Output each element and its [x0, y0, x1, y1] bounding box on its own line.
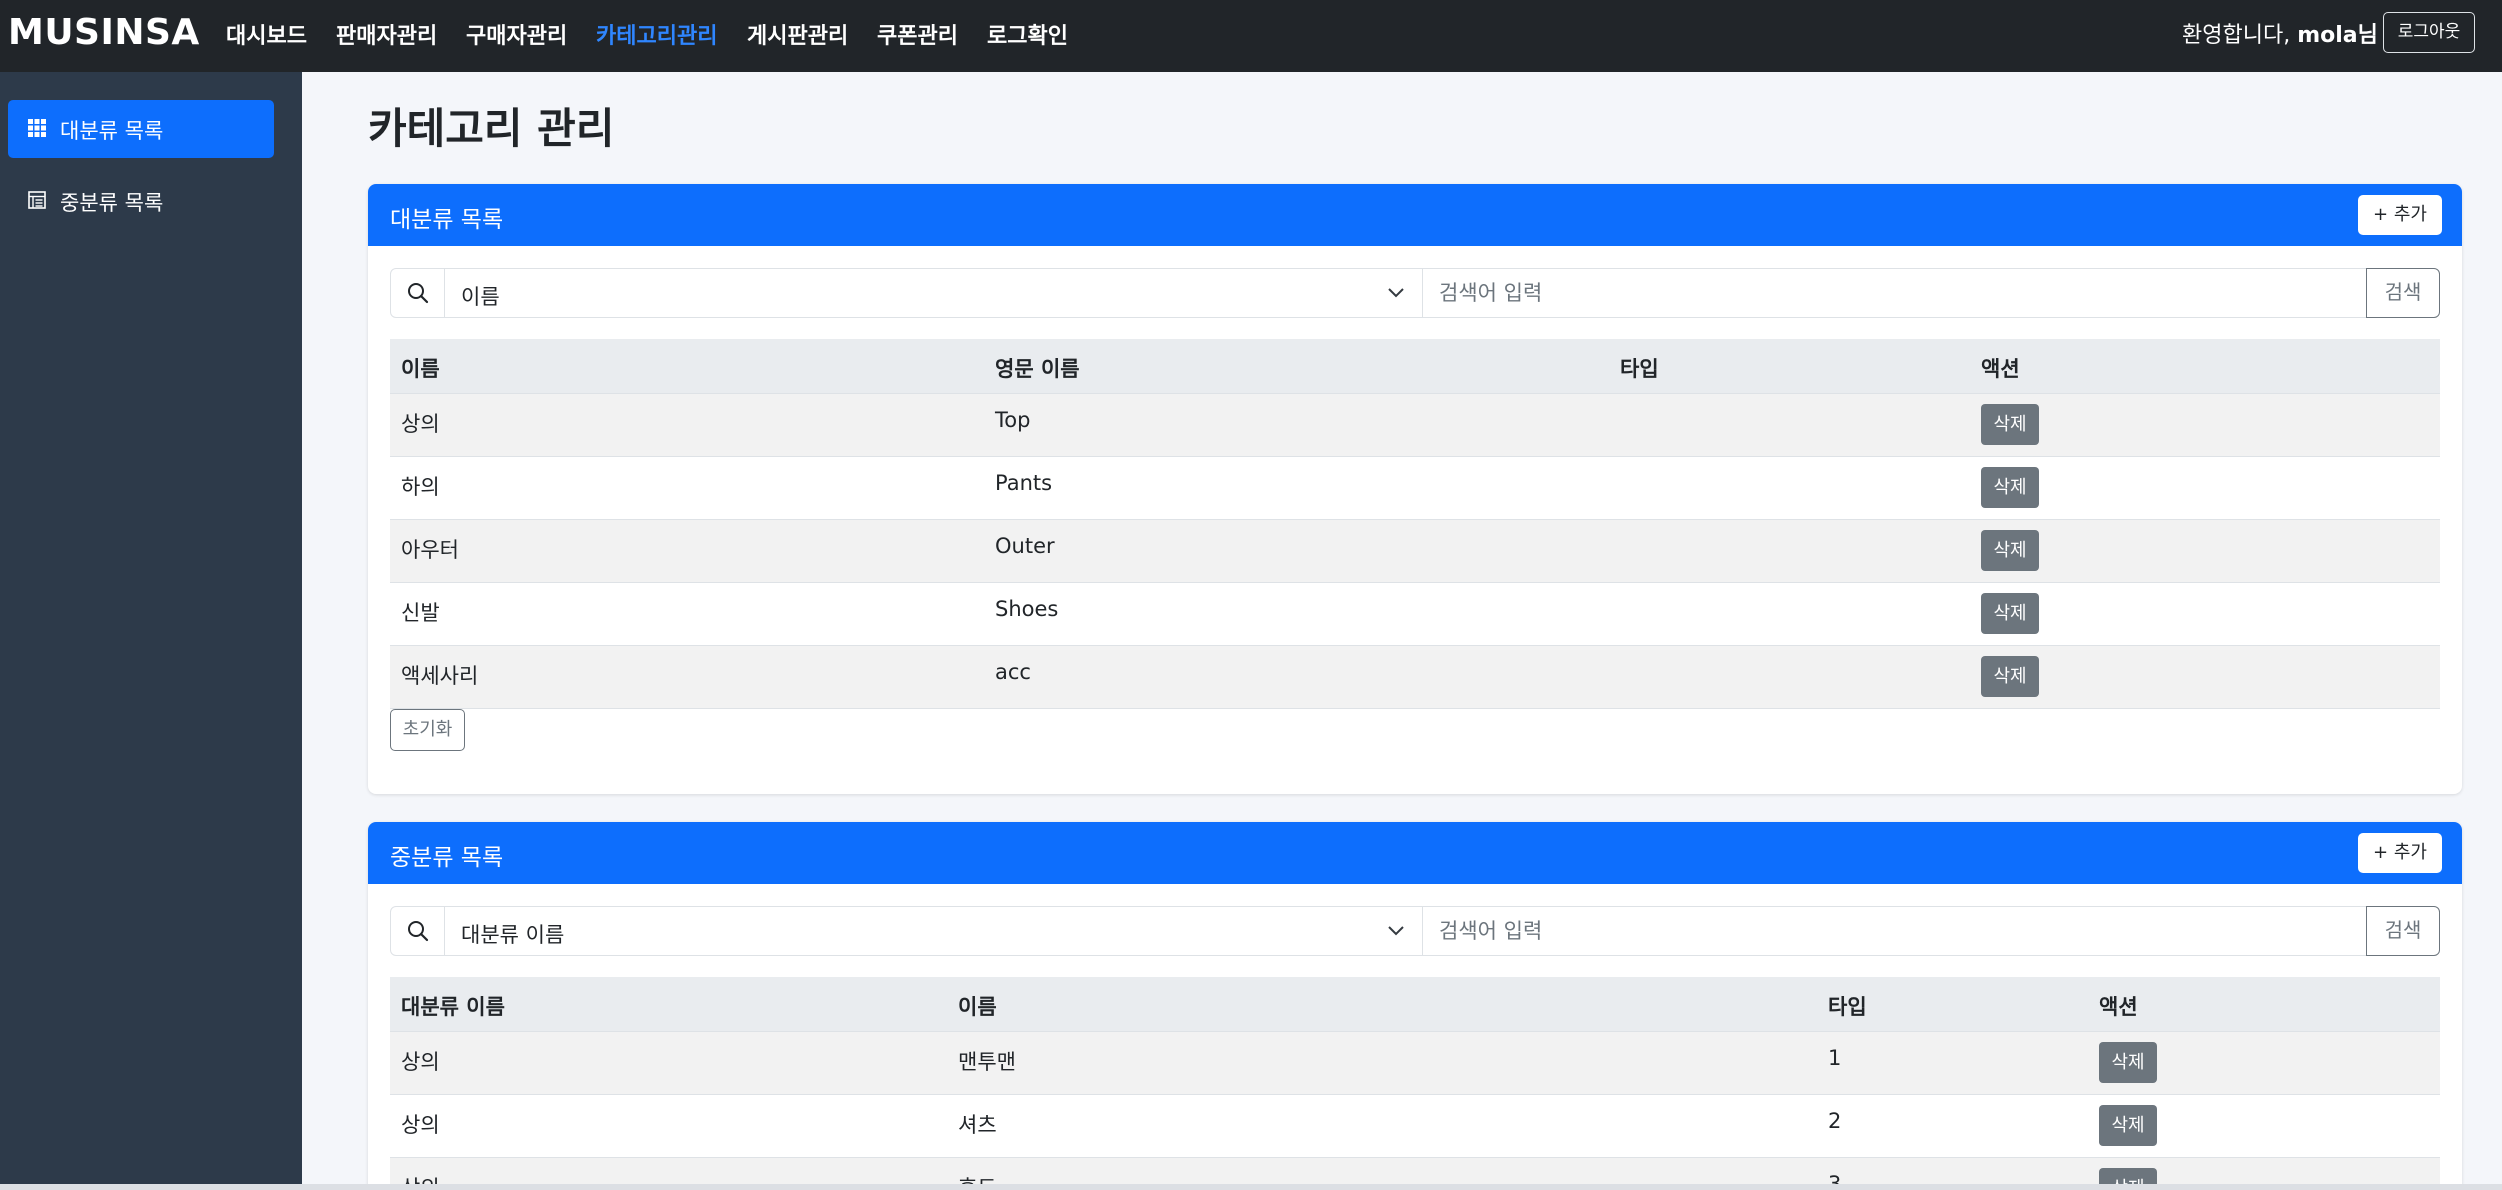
search-input[interactable]	[1422, 268, 2367, 318]
chevron-down-icon	[1388, 288, 1404, 298]
card-header: 중분류 목록 + 추가	[368, 822, 2462, 884]
table-row: 상의 맨투맨 1 삭제	[390, 1032, 2440, 1095]
column-header-action[interactable]: 액션	[1981, 353, 2020, 383]
cell-name: 상의	[401, 412, 440, 436]
cell-type: 1	[1828, 1046, 1842, 1070]
search-icon	[390, 268, 445, 318]
nav-item-sellers[interactable]: 판매자관리	[336, 18, 437, 50]
cell-major-name: 상의	[401, 1050, 440, 1074]
list-icon	[28, 191, 46, 209]
delete-button[interactable]: 삭제	[1981, 467, 2039, 508]
sidebar-item-minor-categories[interactable]: 중분류 목록	[8, 172, 274, 230]
top-navbar: MUSINSA 대시보드 판매자관리 구매자관리 카테고리관리 게시판관리 쿠폰…	[0, 0, 2502, 72]
logout-button[interactable]: 로그아웃	[2383, 12, 2475, 53]
table-row: 신발 Shoes 삭제	[390, 583, 2440, 646]
column-header-type[interactable]: 타입	[1620, 353, 1659, 383]
nav-item-categories[interactable]: 카테고리관리	[596, 18, 717, 50]
page-title: 카테고리 관리	[368, 104, 615, 153]
search-input[interactable]	[1422, 906, 2367, 956]
table-row: 상의 셔츠 2 삭제	[390, 1095, 2440, 1158]
delete-button[interactable]: 삭제	[1981, 404, 2039, 445]
nav-item-logs[interactable]: 로그확인	[987, 18, 1068, 50]
cell-name: 신발	[401, 601, 440, 625]
grid-icon	[28, 119, 46, 137]
table-row: 아우터 Outer 삭제	[390, 520, 2440, 583]
cell-english-name: Pants	[995, 471, 1053, 495]
column-header-name[interactable]: 이름	[401, 353, 440, 383]
sidebar-item-label: 대분류 목록	[60, 119, 164, 143]
card-title: 중분류 목록	[390, 845, 504, 871]
major-category-card: 대분류 목록 + 추가 이름 검색 이름 영문 이름 타입 액션 상의 Top …	[368, 184, 2462, 794]
search-bar: 대분류 이름 검색	[390, 906, 2440, 956]
minor-category-card: 중분류 목록 + 추가 대분류 이름 검색 대분류 이름 이름 타입 액션 상의…	[368, 822, 2462, 1190]
nav-item-boards[interactable]: 게시판관리	[747, 18, 848, 50]
cell-name: 아우터	[401, 538, 459, 562]
cell-english-name: Top	[995, 408, 1031, 432]
table-row: 상의 Top 삭제	[390, 394, 2440, 457]
search-icon	[390, 906, 445, 956]
sidebar: 대분류 목록 중분류 목록	[0, 72, 302, 1190]
column-header-major-name[interactable]: 대분류 이름	[401, 991, 505, 1021]
search-field-select[interactable]: 대분류 이름	[444, 906, 1423, 956]
add-minor-button[interactable]: + 추가	[2358, 833, 2442, 873]
delete-button[interactable]: 삭제	[1981, 593, 2039, 634]
cell-type: 2	[1828, 1109, 1842, 1133]
cell-name: 하의	[401, 475, 440, 499]
table-header: 이름 영문 이름 타입 액션	[390, 339, 2440, 394]
nav-item-coupons[interactable]: 쿠폰관리	[877, 18, 958, 50]
cell-english-name: Shoes	[995, 597, 1059, 621]
table-row: 액세사리 acc 삭제	[390, 646, 2440, 709]
column-header-english-name[interactable]: 영문 이름	[995, 353, 1080, 383]
table-row: 하의 Pants 삭제	[390, 457, 2440, 520]
delete-button[interactable]: 삭제	[2099, 1042, 2157, 1083]
card-header: 대분류 목록 + 추가	[368, 184, 2462, 246]
sidebar-item-label: 중분류 목록	[60, 191, 164, 215]
cell-major-name: 상의	[401, 1113, 440, 1137]
welcome-prefix: 환영합니다,	[2182, 23, 2298, 48]
sidebar-item-major-categories[interactable]: 대분류 목록	[8, 100, 274, 158]
delete-button[interactable]: 삭제	[1981, 530, 2039, 571]
column-header-type[interactable]: 타입	[1828, 991, 1867, 1021]
horizontal-scrollbar[interactable]	[0, 1184, 2502, 1190]
chevron-down-icon	[1388, 926, 1404, 936]
cell-english-name: Outer	[995, 534, 1055, 558]
reset-button[interactable]: 초기화	[390, 709, 465, 751]
brand-logo[interactable]: MUSINSA	[8, 12, 200, 53]
card-title: 대분류 목록	[390, 207, 504, 233]
search-field-value: 이름	[461, 285, 500, 309]
table-header: 대분류 이름 이름 타입 액션	[390, 977, 2440, 1032]
cell-english-name: acc	[995, 660, 1031, 684]
column-header-name[interactable]: 이름	[958, 991, 997, 1021]
search-field-value: 대분류 이름	[461, 923, 565, 947]
nav-item-dashboard[interactable]: 대시보드	[226, 18, 307, 50]
delete-button[interactable]: 삭제	[2099, 1105, 2157, 1146]
search-button[interactable]: 검색	[2366, 906, 2440, 956]
cell-name: 맨투맨	[958, 1050, 1016, 1074]
search-button[interactable]: 검색	[2366, 268, 2440, 318]
search-bar: 이름 검색	[390, 268, 2440, 318]
add-major-button[interactable]: + 추가	[2358, 195, 2442, 235]
user-name: mola님	[2297, 23, 2378, 48]
welcome-text: 환영합니다, mola님	[2182, 17, 2378, 49]
nav-item-buyers[interactable]: 구매자관리	[466, 18, 567, 50]
cell-name: 셔츠	[958, 1113, 997, 1137]
search-field-select[interactable]: 이름	[444, 268, 1423, 318]
cell-name: 액세사리	[401, 664, 479, 688]
delete-button[interactable]: 삭제	[1981, 656, 2039, 697]
column-header-action[interactable]: 액션	[2099, 991, 2138, 1021]
